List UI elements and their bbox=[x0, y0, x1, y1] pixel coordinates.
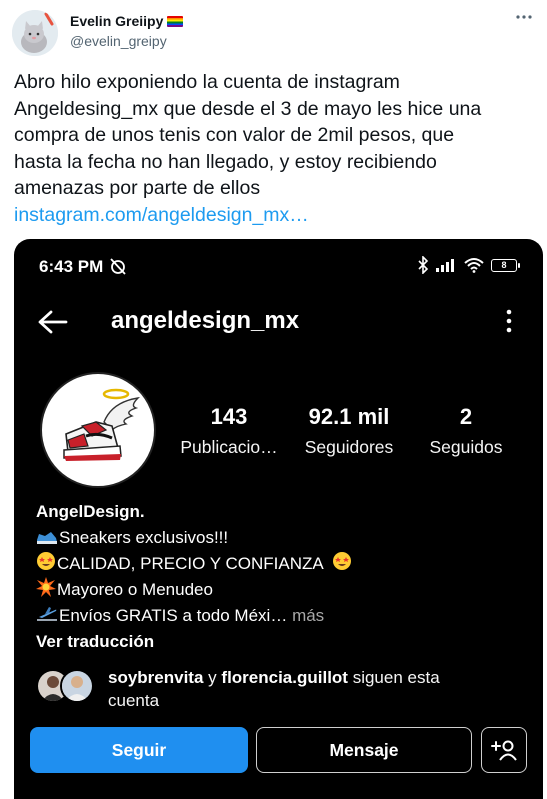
battery-icon: 8 bbox=[491, 258, 520, 272]
follower-avatar[interactable] bbox=[60, 669, 94, 703]
airplane-departure-emoji-icon bbox=[37, 607, 57, 621]
followers-count: 92.1 mil bbox=[308, 404, 390, 429]
bio-line: Mayoreo o Menudeo bbox=[36, 577, 526, 603]
rainbow-flag-icon bbox=[167, 15, 184, 27]
bio-line: Sneakers exclusivos!!! bbox=[36, 525, 526, 551]
following-count: 2 bbox=[459, 404, 473, 429]
tweet-link[interactable]: instagram.com/angeldesign_mx… bbox=[14, 202, 534, 229]
bio-line-text: Envíos GRATIS a todo Méxi… bbox=[59, 606, 288, 625]
status-icons: 8 bbox=[417, 256, 520, 274]
collision-emoji-icon bbox=[36, 577, 56, 597]
winged-sneaker-logo-icon bbox=[63, 388, 141, 461]
sneaker-emoji-icon bbox=[37, 532, 57, 544]
followed-by-suffix: siguen esta bbox=[352, 668, 440, 687]
bio-line-text: Sneakers exclusivos!!! bbox=[59, 528, 229, 547]
followers-label: Seguidores bbox=[304, 437, 394, 457]
cat-avatar-icon bbox=[12, 10, 58, 56]
status-time-text: 6:43 PM bbox=[39, 257, 104, 276]
followed-by-suffix-2: cuenta bbox=[108, 691, 160, 710]
posts-label: Publicacio… bbox=[180, 437, 278, 457]
follower-username[interactable]: florencia.guillot bbox=[221, 668, 348, 687]
author-name-text[interactable]: Evelin Greiipy bbox=[70, 13, 163, 29]
author-handle[interactable]: @evelin_greipy bbox=[70, 33, 167, 49]
status-time: 6:43 PM bbox=[39, 257, 128, 277]
add-person-button[interactable] bbox=[481, 727, 527, 773]
bio-line: Envíos GRATIS a todo Méxi… más bbox=[36, 603, 526, 629]
author-avatar[interactable] bbox=[12, 10, 58, 56]
tweet-text: Abro hilo exponiendo la cuenta de instag… bbox=[14, 69, 534, 228]
posts-count: 143 bbox=[210, 404, 248, 429]
signal-icon bbox=[436, 259, 454, 272]
following-label: Seguidos bbox=[429, 437, 503, 457]
tweet-text-line: Abro hilo exponiendo la cuenta de instag… bbox=[14, 71, 400, 93]
muted-alarm-icon bbox=[110, 258, 126, 275]
person-photo-icon bbox=[62, 671, 92, 701]
profile-navbar: angeldesign_mx bbox=[14, 299, 543, 345]
follow-button[interactable]: Seguir bbox=[30, 727, 248, 773]
profile-picture[interactable] bbox=[40, 372, 156, 488]
star-struck-emoji-icon bbox=[37, 552, 55, 570]
author-name[interactable]: Evelin Greiipy bbox=[70, 13, 184, 29]
more-horizontal-icon[interactable] bbox=[515, 8, 533, 31]
add-person-icon bbox=[491, 740, 517, 761]
followed-by-connector: y bbox=[208, 668, 217, 687]
followed-by-text: soybrenvita y florencia.guillot siguen e… bbox=[108, 666, 508, 712]
stat-followers[interactable]: 92.1 mil Seguidores bbox=[294, 404, 404, 458]
star-struck-emoji-icon bbox=[332, 552, 351, 570]
profile-bio: AngelDesign. Sneakers exclusivos!!! CALI… bbox=[36, 499, 526, 655]
tweet-text-line: amenazas por parte de ellos bbox=[14, 177, 261, 199]
bluetooth-icon bbox=[418, 256, 429, 274]
bio-line-text: Mayoreo o Menudeo bbox=[57, 580, 213, 599]
message-button[interactable]: Mensaje bbox=[256, 727, 472, 773]
instagram-screenshot[interactable]: 6:43 PM 8 angeldesign_mx 143 Publicacio…… bbox=[14, 239, 543, 799]
follower-username[interactable]: soybrenvita bbox=[108, 668, 203, 687]
tweet-text-line: compra de unos tenis con valor de 2mil p… bbox=[14, 124, 455, 146]
bio-name: AngelDesign. bbox=[36, 502, 145, 521]
tweet-text-line: hasta la fecha no han llegado, y estoy r… bbox=[14, 150, 437, 173]
stat-posts[interactable]: 143 Publicacio… bbox=[174, 404, 284, 458]
wifi-icon bbox=[464, 258, 484, 273]
bio-line-text: CALIDAD, PRECIO Y CONFIANZA bbox=[57, 554, 323, 573]
stat-following[interactable]: 2 Seguidos bbox=[416, 404, 516, 458]
profile-username: angeldesign_mx bbox=[111, 307, 300, 334]
bio-line: CALIDAD, PRECIO Y CONFIANZA bbox=[36, 551, 526, 577]
more-vertical-icon[interactable] bbox=[505, 307, 513, 335]
status-bar: 6:43 PM 8 bbox=[14, 239, 543, 291]
tweet-header: Evelin Greiipy @evelin_greipy bbox=[0, 0, 547, 70]
back-arrow-icon[interactable] bbox=[36, 307, 70, 337]
translate-link[interactable]: Ver traducción bbox=[36, 629, 526, 655]
tweet-text-line: Angeldesing_mx que desde el 3 de mayo le… bbox=[14, 97, 482, 120]
bio-more-link[interactable]: más bbox=[292, 606, 324, 625]
